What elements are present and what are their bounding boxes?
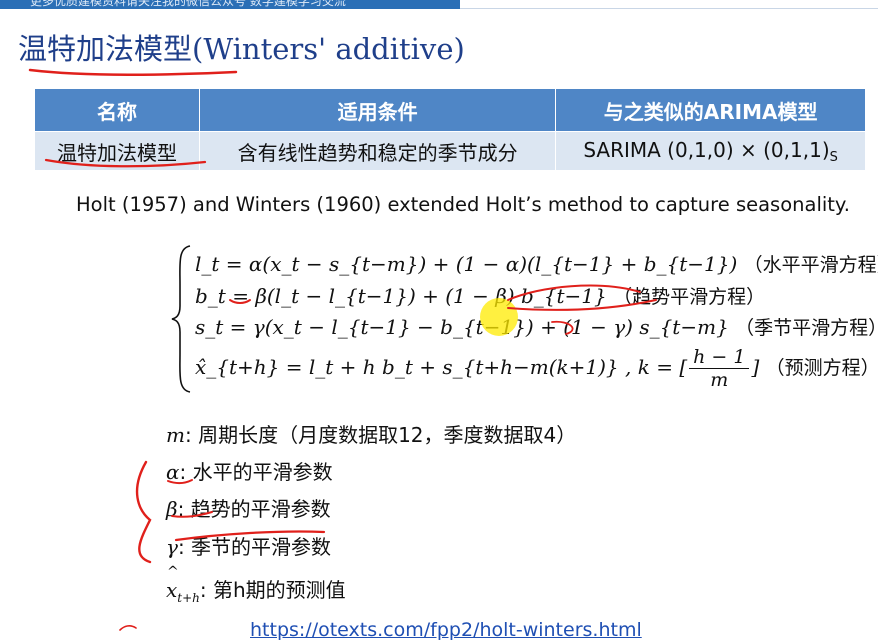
header-condition: 适用条件 xyxy=(198,88,557,132)
title-underline-mark xyxy=(28,68,238,77)
table-row: 温特加法模型 含有线性趋势和稳定的季节成分 SARIMA (0,1,0) × (… xyxy=(34,131,866,171)
equation-trend-math: b_t = β(l_t − l_{t−1}) + (1 − β) b_{t−1} xyxy=(195,284,607,308)
equation-level-note: （水平平滑方程） xyxy=(743,254,878,276)
equation-level: l_t = α(x_t − s_{t−m}) + (1 − α)(l_{t−1}… xyxy=(195,250,878,277)
fraction-numerator: h − 1 xyxy=(689,346,750,369)
definition-xhat: xt+h: 第h期的预测值 xyxy=(166,564,346,605)
page-title: 温特加法模型(Winters' additive) xyxy=(18,32,465,66)
table-header-row: 名称 适用条件 与之类似的ARIMA模型 xyxy=(34,88,866,132)
definition-m-symbol: m xyxy=(166,423,185,447)
equation-season: s_t = γ(x_t − l_{t−1} − b_{t−1}) + (1 − … xyxy=(195,313,878,340)
equation-level-math: l_t = α(x_t − s_{t−m}) + (1 − α)(l_{t−1}… xyxy=(195,252,738,276)
cursor-highlight xyxy=(480,298,518,336)
definition-beta: β: 趋势的平滑参数 xyxy=(166,493,331,522)
equation-season-math: s_t = γ(x_t − l_{t−1} − b_{t−1}) + (1 − … xyxy=(195,315,729,339)
definition-beta-text: : 趋势的平滑参数 xyxy=(177,497,331,521)
arima-text: SARIMA (0,1,0) × (0,1,1) xyxy=(583,137,830,162)
equation-forecast-note: （预测方程） xyxy=(765,357,878,379)
definition-beta-symbol: β xyxy=(166,497,178,521)
bottom-mark xyxy=(119,625,137,631)
definition-alpha-text: : 水平的平滑参数 xyxy=(179,460,333,484)
equation-season-note: （季节平滑方程） xyxy=(735,317,878,339)
definition-gamma-symbol: γ xyxy=(166,535,178,559)
equation-forecast-fraction: h − 1m xyxy=(689,346,750,391)
definition-gamma: γ: 季节的平滑参数 xyxy=(166,531,331,560)
definition-m-text: : 周期长度（月度数据取12，季度数据取4） xyxy=(184,423,577,447)
fraction-denominator: m xyxy=(710,369,729,391)
equation-trend-note: （趋势平滑方程） xyxy=(613,286,766,308)
params-bracket-mark xyxy=(135,460,152,564)
definition-alpha-symbol: α xyxy=(166,460,180,484)
definition-m: m: 周期长度（月度数据取12，季度数据取4） xyxy=(166,419,576,448)
banner-text: 更多优质建模资料请关注我的微信公众号 数学建模学习交流 xyxy=(30,0,346,8)
definition-alpha: α: 水平的平滑参数 xyxy=(166,456,333,485)
cell-condition: 含有线性趋势和稳定的季节成分 xyxy=(198,131,557,171)
intro-text: Holt (1957) and Winters (1960) extended … xyxy=(76,193,850,216)
reference-link[interactable]: https://otexts.com/fpp2/holt-winters.htm… xyxy=(250,619,642,641)
equation-trend: b_t = β(l_t − l_{t−1}) + (1 − β) b_{t−1}… xyxy=(195,282,765,309)
definition-xhat-symbol: x xyxy=(166,564,179,602)
arima-subscript: S xyxy=(829,149,838,165)
cell-arima: SARIMA (0,1,0) × (0,1,1)S xyxy=(555,131,866,171)
cell-name: 温特加法模型 xyxy=(34,131,200,171)
equation-forecast-left: x̂_{t+h} = l_t + h b_t + s_{t+h−m(k+1)} … xyxy=(195,355,688,379)
definition-xhat-text: : 第h期的预测值 xyxy=(199,578,346,602)
header-arima: 与之类似的ARIMA模型 xyxy=(555,88,866,132)
top-banner: 更多优质建模资料请关注我的微信公众号 数学建模学习交流 xyxy=(0,0,460,9)
banner-rule xyxy=(460,8,878,9)
equation-forecast-right: ] xyxy=(751,355,760,379)
header-name: 名称 xyxy=(34,88,200,132)
model-table: 名称 适用条件 与之类似的ARIMA模型 温特加法模型 含有线性趋势和稳定的季节… xyxy=(34,88,866,171)
equation-brace xyxy=(171,245,191,393)
definition-gamma-text: : 季节的平滑参数 xyxy=(177,535,332,559)
equation-forecast: x̂_{t+h} = l_t + h b_t + s_{t+h−m(k+1)} … xyxy=(195,346,878,391)
definition-xhat-subscript: t+h xyxy=(177,591,200,605)
